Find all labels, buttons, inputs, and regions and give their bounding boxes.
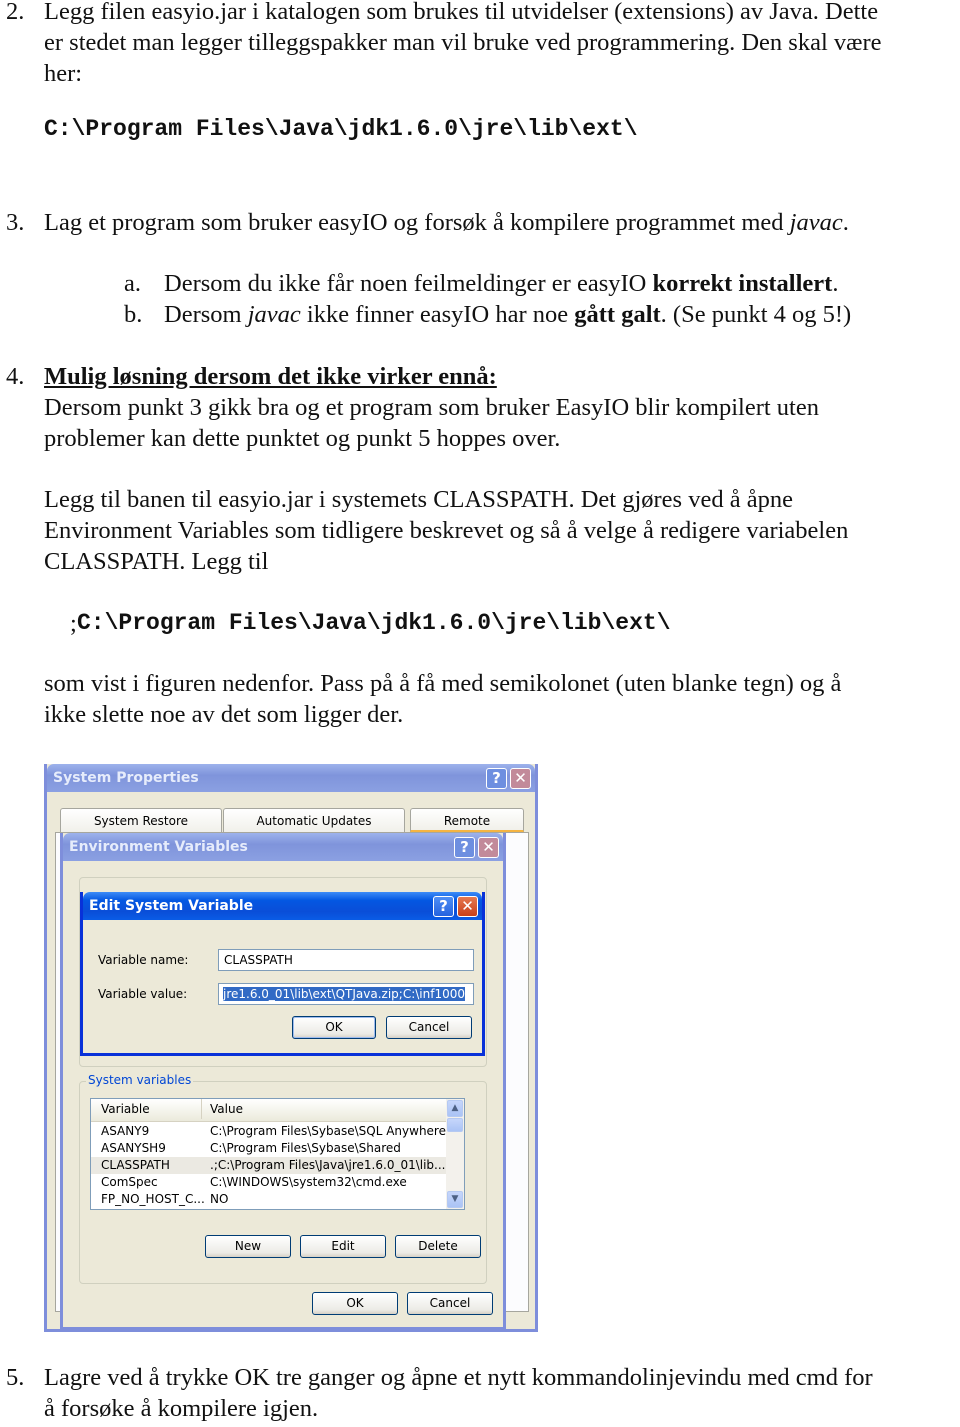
step-3-number: 3. (6, 209, 25, 236)
table-row[interactable]: ASANY9 C:\Program Files\Sybase\SQL Anywhe… (91, 1123, 457, 1140)
edit-system-variable-titlebar: Edit System Variable ? ✕ (83, 892, 482, 920)
step-2-number: 2. (6, 0, 25, 25)
step-4-p2-line-2: Environment Variables som tidligere besk… (44, 517, 849, 544)
table-row[interactable]: FP_NO_HOST_C... NO (91, 1191, 446, 1208)
row-value: C:\WINDOWS\system32\cmd.exe (210, 1175, 407, 1189)
row-variable: ASANY9 (101, 1124, 150, 1138)
step-2-path: C:\Program Files\Java\jdk1.6.0\jre\lib\e… (44, 116, 638, 142)
step-4-p1-line-2: problemer kan dette punktet og punkt 5 h… (44, 425, 561, 452)
new-button[interactable]: New (205, 1235, 291, 1258)
tab-remote[interactable]: Remote (410, 808, 524, 832)
step-3b-mid: ikke finner easyIO har noe (300, 301, 575, 328)
variable-value-selected-text: jre1.6.0_01\lib\ext\QTJava.zip;C:\inf100… (223, 987, 465, 1001)
ok-button[interactable]: OK (312, 1292, 398, 1315)
edit-system-variable-window: Edit System Variable ? ✕ Variable name: … (80, 892, 485, 1056)
step-4-semicolon: ; (70, 610, 77, 637)
close-icon[interactable]: ✕ (478, 837, 499, 858)
help-icon[interactable]: ? (454, 837, 475, 858)
step-3-main: Lag et program som bruker easyIO og fors… (44, 209, 790, 236)
windows-screenshot: System Properties ? ✕ System Restore Aut… (44, 760, 538, 1332)
step-4-number: 4. (6, 363, 25, 390)
row-value: C:\Program Files\Sybase\Shared (210, 1141, 401, 1155)
row-value: C:\Program Files\Sybase\SQL Anywhere 9 (210, 1124, 458, 1138)
row-value: .;C:\Program Files\Java\jre1.6.0_01\lib.… (210, 1158, 446, 1172)
step-4-p3-line-1: som vist i figuren nedenfor. Pass på å f… (44, 670, 842, 697)
step-4-p1-line-1: Dersom punkt 3 gikk bra og et program so… (44, 394, 819, 421)
step-3b-pre: Dersom (164, 301, 248, 328)
step-3a-letter: a. (124, 270, 141, 297)
environment-variables-titlebar: Environment Variables ? ✕ (63, 833, 503, 861)
step-3b-text: Dersom javac ikke finner easyIO har noe … (164, 299, 851, 330)
variable-name-label: Variable name: (98, 953, 189, 967)
step-3a-main: Dersom du ikke får noen feilmeldinger er… (164, 270, 653, 297)
step-5-number: 5. (6, 1364, 25, 1391)
table-row[interactable]: ComSpec C:\WINDOWS\system32\cmd.exe (91, 1174, 446, 1191)
column-value[interactable]: Value (210, 1102, 243, 1116)
edit-cancel-button[interactable]: Cancel (386, 1016, 472, 1039)
row-variable: ComSpec (101, 1175, 158, 1189)
step-3b-letter: b. (124, 301, 143, 328)
step-2-line-2: er stedet man legger tilleggspakker man … (44, 29, 882, 56)
delete-button[interactable]: Delete (395, 1235, 481, 1258)
list-header: Variable Value (91, 1099, 446, 1122)
edit-system-variable-title: Edit System Variable (89, 898, 254, 914)
step-3-text: Lag et program som bruker easyIO og fors… (44, 207, 849, 238)
system-variables-group: System variables Variable Value ASANY9 C:… (79, 1073, 487, 1284)
step-5-line-1: Lagre ved å trykke OK tre ganger og åpne… (44, 1364, 873, 1391)
row-variable: CLASSPATH (101, 1158, 170, 1172)
variable-value-input[interactable]: jre1.6.0_01\lib\ext\QTJava.zip;C:\inf100… (218, 983, 474, 1005)
step-3-javac: javac (789, 209, 843, 236)
system-variables-label: System variables (86, 1073, 194, 1087)
step-5-line-2: å forsøke å kompilere igjen. (44, 1395, 319, 1422)
step-4-p2-line-1: Legg til banen til easyio.jar i systemet… (44, 486, 793, 513)
step-3b-bold: gått galt (574, 301, 661, 328)
scrollbar[interactable]: ▲ ▼ (446, 1099, 464, 1209)
step-3-end: . (842, 209, 849, 236)
variable-value-label: Variable value: (98, 987, 188, 1001)
variable-name-input[interactable]: CLASSPATH (218, 949, 474, 971)
tab-system-restore[interactable]: System Restore (60, 808, 222, 832)
step-4-heading: Mulig løsning dersom det ikke virker enn… (44, 363, 497, 390)
system-properties-title: System Properties (53, 770, 199, 786)
column-variable[interactable]: Variable (101, 1102, 150, 1116)
table-row[interactable]: ASANYSH9 C:\Program Files\Sybase\Shared (91, 1140, 446, 1157)
step-3a-end: . (832, 270, 839, 297)
cancel-button[interactable]: Cancel (407, 1292, 493, 1315)
step-2-line-3: her: (44, 60, 83, 87)
system-properties-titlebar: System Properties ? ✕ (47, 764, 535, 792)
scroll-thumb[interactable] (447, 1118, 463, 1132)
row-variable: ASANYSH9 (101, 1141, 166, 1155)
step-4-p3-line-2: ikke slette noe av det som ligger der. (44, 701, 404, 728)
step-4-p2-line-3: CLASSPATH. Legg til (44, 548, 269, 575)
environment-variables-title: Environment Variables (69, 839, 248, 855)
row-value: NO (210, 1192, 229, 1206)
help-icon[interactable]: ? (486, 768, 507, 789)
table-row-selected[interactable]: CLASSPATH .;C:\Program Files\Java\jre1.6.… (91, 1157, 446, 1174)
system-variables-list[interactable]: Variable Value ASANY9 C:\Program Files\Sy… (90, 1098, 465, 1210)
scroll-down-icon[interactable]: ▼ (447, 1191, 463, 1208)
step-3a-text: Dersom du ikke får noen feilmeldinger er… (164, 268, 838, 299)
step-3b-end: . (Se punkt 4 og 5!) (660, 301, 852, 328)
step-2-line-1: Legg filen easyio.jar i katalogen som br… (44, 0, 879, 25)
step-4-path: C:\Program Files\Java\jdk1.6.0\jre\lib\e… (77, 610, 671, 636)
edit-button[interactable]: Edit (300, 1235, 386, 1258)
help-icon[interactable]: ? (433, 896, 454, 917)
step-3b-javac: javac (247, 301, 301, 328)
close-icon[interactable]: ✕ (510, 768, 531, 789)
edit-ok-button[interactable]: OK (292, 1016, 376, 1039)
row-variable: FP_NO_HOST_C... (101, 1192, 205, 1206)
step-3a-bold: korrekt installert (652, 270, 833, 297)
scroll-up-icon[interactable]: ▲ (447, 1100, 463, 1117)
close-icon[interactable]: ✕ (457, 896, 478, 917)
tab-automatic-updates[interactable]: Automatic Updates (223, 808, 405, 832)
